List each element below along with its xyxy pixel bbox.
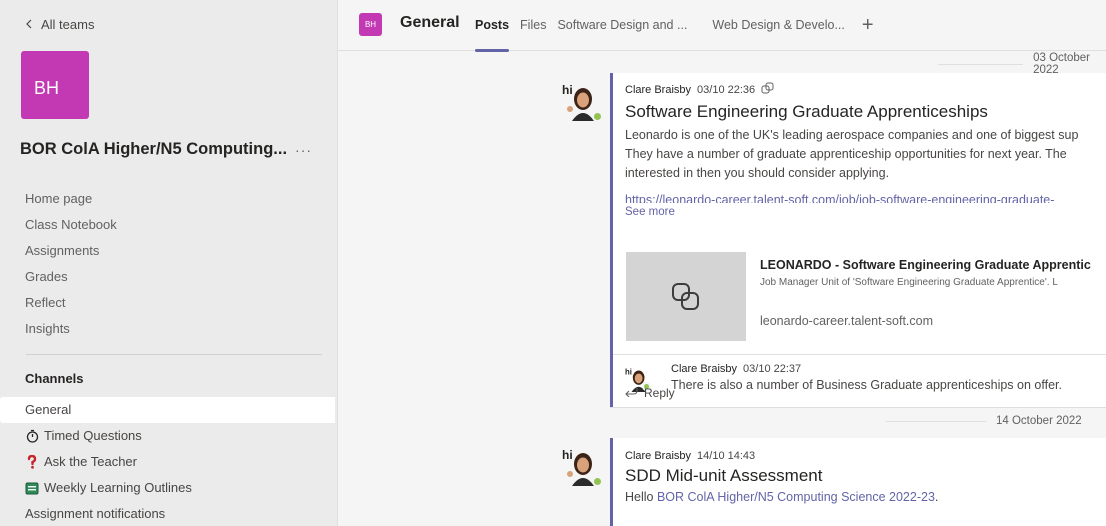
all-teams-link[interactable]: All teams: [25, 17, 94, 32]
copy-link-icon[interactable]: [761, 82, 774, 98]
nav-item-insights[interactable]: Insights: [0, 316, 338, 342]
reply-time: 03/10 22:37: [743, 363, 802, 375]
channel-label: Timed Questions: [44, 428, 142, 443]
link-preview-thumbnail: [626, 252, 746, 341]
channel-general[interactable]: General: [0, 397, 335, 423]
nav-item-reflect[interactable]: Reflect: [0, 290, 338, 316]
channel-avatar: BH: [359, 13, 382, 36]
all-teams-label: All teams: [41, 17, 95, 32]
date-label: 14 October 2022: [996, 415, 1082, 427]
tab-bar: Posts Files Software Design and ... Web …: [475, 0, 874, 52]
channel-label: Weekly Learning Outlines: [44, 480, 192, 495]
reply-arrow-icon: [625, 386, 638, 400]
link-preview-title: LEONARDO - Software Engineering Graduate…: [760, 258, 1091, 272]
nav-item-grades[interactable]: Grades: [0, 264, 338, 290]
team-sidebar: All teams BH BOR ColA Higher/N5 Computin…: [0, 0, 338, 526]
reply-meta: Clare Braisby 03/10 22:37: [671, 363, 1062, 375]
post-body-line: They have a number of graduate apprentic…: [625, 147, 1067, 161]
post-body-line: Leonardo is one of the UK's leading aero…: [625, 128, 1079, 142]
question-mark-icon: [25, 455, 39, 469]
date-line: [886, 420, 986, 422]
author-avatar: hi: [562, 81, 603, 122]
see-more-link[interactable]: See more: [625, 206, 1095, 218]
post-body-line: interested in then you should consider a…: [625, 166, 890, 180]
post-card: Clare Braisby 03/10 22:36 Software Engin…: [610, 73, 1106, 407]
channel-timed-questions[interactable]: Timed Questions: [0, 423, 338, 449]
nav-item-class-notebook[interactable]: Class Notebook: [0, 212, 338, 238]
post-body: Hello BOR ColA Higher/N5 Computing Scien…: [625, 488, 938, 507]
link-preview-domain: leonardo-career.talent-soft.com: [760, 314, 934, 328]
nav-item-home-page[interactable]: Home page: [0, 186, 338, 212]
team-mention-link[interactable]: BOR ColA Higher/N5 Computing Science 202…: [657, 490, 935, 504]
post-body-text: Hello: [625, 490, 657, 504]
author-avatar: hi: [562, 446, 603, 487]
svg-text:hi: hi: [625, 367, 632, 376]
reply-text: There is also a number of Business Gradu…: [671, 378, 1062, 392]
chevron-left-icon: [25, 17, 33, 32]
post-title: SDD Mid-unit Assessment: [625, 466, 823, 485]
post-meta: Clare Braisby 03/10 22:36: [625, 82, 1095, 98]
post-body: Leonardo is one of the UK's leading aero…: [625, 126, 1095, 203]
svg-text:hi: hi: [562, 448, 573, 462]
date-line: [938, 63, 1024, 65]
post-content: Clare Braisby 14/10 14:43 SDD Mid-unit A…: [625, 450, 938, 507]
date-separator: 14 October 2022: [886, 415, 1082, 427]
post-time: 14/10 14:43: [697, 450, 756, 462]
post-body-text: .: [934, 490, 939, 504]
green-book-icon: [25, 481, 39, 495]
post-content: Clare Braisby 03/10 22:36 Software Engin…: [625, 82, 1095, 218]
reply-footer-divider: [610, 407, 1106, 408]
channel-label: Ask the Teacher: [44, 454, 137, 469]
tab-files[interactable]: Files: [520, 0, 546, 51]
link-preview-card[interactable]: LEONARDO - Software Engineering Graduate…: [626, 252, 1096, 341]
stopwatch-icon: [25, 429, 39, 443]
channel-ask-the-teacher[interactable]: Ask the Teacher: [0, 449, 338, 475]
post-meta: Clare Braisby 14/10 14:43: [625, 450, 938, 462]
post-time: 03/10 22:36: [697, 84, 756, 96]
post-author[interactable]: Clare Braisby: [625, 450, 691, 462]
channel-label: General: [25, 402, 72, 417]
reply-message: Clare Braisby 03/10 22:37 There is also …: [671, 363, 1062, 395]
reply-author[interactable]: Clare Braisby: [671, 363, 737, 375]
post-link[interactable]: https://leonardo-career.talent-soft.com/…: [625, 193, 1095, 203]
svg-text:hi: hi: [562, 83, 573, 97]
presence-available-icon: [592, 111, 603, 122]
post-title: Software Engineering Graduate Apprentice…: [625, 102, 988, 121]
post-author[interactable]: Clare Braisby: [625, 84, 691, 96]
channel-list: General Timed Questions Ask the Teacher …: [0, 397, 338, 526]
team-more-options-button[interactable]: ···: [295, 142, 312, 158]
posts-feed: 03 October 2022 hi Clare Braisby 03/10 2…: [338, 51, 1106, 526]
nav-item-assignments[interactable]: Assignments: [0, 238, 338, 264]
link-preview-text: LEONARDO - Software Engineering Graduate…: [746, 252, 1091, 341]
channel-label: Assignment notifications: [25, 506, 166, 521]
post-card: Clare Braisby 14/10 14:43 SDD Mid-unit A…: [610, 438, 1106, 526]
channel-assignment-notifications[interactable]: Assignment notifications: [0, 501, 338, 526]
team-avatar: BH: [21, 51, 89, 119]
add-tab-button[interactable]: +: [862, 0, 874, 51]
channels-heading: Channels: [25, 371, 84, 386]
tab-software-design[interactable]: Software Design and ...: [557, 0, 687, 51]
reply-button[interactable]: Reply: [625, 386, 675, 400]
presence-available-icon: [592, 476, 603, 487]
team-name-label: BOR ColA Higher/N5 Computing...: [20, 140, 288, 158]
sidebar-divider: [26, 354, 322, 355]
reply-divider: [613, 354, 1106, 355]
channel-title: General: [400, 14, 460, 31]
channel-weekly-learning-outlines[interactable]: Weekly Learning Outlines: [0, 475, 338, 501]
link-preview-description: Job Manager Unit of 'Software Engineerin…: [760, 277, 1058, 288]
tab-web-design[interactable]: Web Design & Develo...: [712, 0, 844, 51]
reply-label: Reply: [644, 386, 675, 400]
channel-header: BH General Posts Files Software Design a…: [338, 0, 1106, 52]
tab-posts[interactable]: Posts: [475, 0, 510, 52]
team-name: BOR ColA Higher/N5 Computing... ···: [20, 140, 312, 159]
team-nav: Home page Class Notebook Assignments Gra…: [0, 186, 338, 342]
link-icon: [672, 282, 699, 310]
